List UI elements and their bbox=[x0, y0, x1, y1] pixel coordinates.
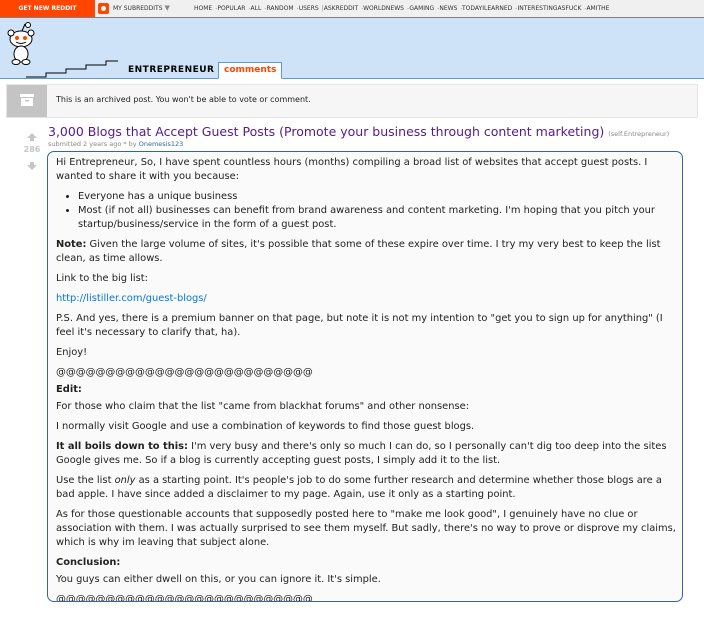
reddit-icon[interactable] bbox=[98, 3, 109, 14]
link-users[interactable]: USERS bbox=[299, 5, 319, 12]
list-item: Most (if not all) businesses can benefit… bbox=[78, 204, 676, 232]
use-pre: Use the list bbox=[56, 475, 115, 486]
body-link-paragraph: http://listiller.com/guest-blogs/ bbox=[56, 292, 676, 306]
body-intro: Hi Entrepreneur, So, I have spent countl… bbox=[56, 157, 648, 182]
upvote-arrow-icon[interactable] bbox=[27, 133, 37, 141]
post-domain[interactable]: (self.Entrepreneur) bbox=[608, 130, 669, 138]
header: ENTREPRENEUR comments bbox=[0, 18, 704, 79]
tagline-prefix: submitted 2 years ago * by bbox=[48, 140, 137, 148]
body-boils: It all boils down to this: I'm very busy… bbox=[56, 440, 676, 468]
my-subreddits-label: MY SUBREDDITS bbox=[113, 5, 163, 12]
link-interestingasfuck[interactable]: INTERESTINGASFUCK bbox=[517, 5, 581, 12]
subreddit-bar: GET NEW REDDIT MY SUBREDDITS ▼ HOME -POPUL… bbox=[0, 0, 704, 18]
guest-blogs-link[interactable]: http://listiller.com/guest-blogs/ bbox=[56, 293, 207, 304]
link-home[interactable]: HOME bbox=[194, 5, 212, 12]
subreddit-links: HOME -POPULAR -ALL -RANDOM -USERS |ASKREDDIT -… bbox=[194, 0, 609, 17]
link-worldnews[interactable]: WORLDNEWS bbox=[363, 5, 404, 12]
body-ps: P.S. And yes, there is a premium banner … bbox=[56, 313, 663, 338]
boils-label: It all boils down to this: bbox=[56, 441, 188, 452]
archive-icon-box bbox=[7, 85, 47, 117]
body-edit-2: I normally visit Google and use a combin… bbox=[56, 421, 475, 432]
body-bullet-list: Everyone has a unique business Most (if … bbox=[56, 190, 676, 232]
link-todayilearned[interactable]: TODAYILEARNED bbox=[462, 5, 512, 12]
link-news[interactable]: NEWS bbox=[439, 5, 457, 12]
link-amithe[interactable]: AMITHE bbox=[586, 5, 609, 12]
post-body: Hi Entrepreneur, So, I have spent countl… bbox=[47, 151, 683, 602]
note-label: Note: bbox=[56, 239, 87, 250]
body-use-list: Use the list only as a starting point. I… bbox=[56, 474, 676, 502]
body-conclusion-label: Conclusion: bbox=[56, 557, 121, 568]
chevron-down-icon: ▼ bbox=[164, 4, 170, 12]
body-questionable: As for those questionable accounts that … bbox=[56, 509, 676, 548]
subreddit-name[interactable]: ENTREPRENEUR bbox=[128, 65, 215, 75]
body-edit-1: For those who claim that the list "came … bbox=[56, 401, 470, 412]
staircase-logo-icon bbox=[26, 60, 118, 78]
body-edit-label: Edit: bbox=[56, 384, 82, 395]
link-gaming[interactable]: GAMING bbox=[409, 5, 434, 12]
link-popular[interactable]: POPULAR bbox=[217, 5, 245, 12]
tagline: submitted 2 years ago * by Onemesis123 bbox=[48, 140, 183, 148]
post-title-link[interactable]: 3,000 Blogs that Accept Guest Posts (Pro… bbox=[48, 124, 604, 139]
body-at-signs: @@@@@@@@@@@@@@@@@@@@@@@@@@ bbox=[56, 594, 313, 602]
body-note: Note: Given the large volume of sites, i… bbox=[56, 238, 676, 266]
archived-text: This is an archived post. You won't be a… bbox=[56, 95, 311, 104]
score: 286 bbox=[23, 145, 41, 154]
link-askreddit[interactable]: ASKREDDIT bbox=[324, 5, 358, 12]
downvote-arrow-icon[interactable] bbox=[27, 162, 37, 170]
vote-column: 286 bbox=[18, 126, 46, 174]
archived-notice: This is an archived post. You won't be a… bbox=[6, 84, 698, 118]
use-post: as a starting point. It's people's job t… bbox=[56, 475, 662, 500]
link-all[interactable]: ALL bbox=[251, 5, 262, 12]
body-conclusion-text: You guys can either dwell on this, or yo… bbox=[56, 574, 381, 585]
my-subreddits-dropdown[interactable]: MY SUBREDDITS ▼ bbox=[113, 0, 170, 17]
note-text: Given the large volume of sites, it's po… bbox=[56, 239, 661, 264]
tab-comments[interactable]: comments bbox=[218, 62, 283, 79]
list-item: Everyone has a unique business bbox=[78, 190, 676, 204]
body-link-label: Link to the big list: bbox=[56, 273, 149, 284]
body-enjoy: Enjoy! bbox=[56, 347, 88, 358]
link-random[interactable]: RANDOM bbox=[267, 5, 294, 12]
get-new-reddit-button[interactable]: GET NEW REDDIT bbox=[0, 0, 95, 17]
archive-icon bbox=[20, 94, 34, 106]
author-link[interactable]: Onemesis123 bbox=[139, 140, 184, 148]
post-title-line: 3,000 Blogs that Accept Guest Posts (Pro… bbox=[48, 124, 669, 139]
use-emphasis: only bbox=[114, 475, 136, 486]
body-at-signs: @@@@@@@@@@@@@@@@@@@@@@@@@@ bbox=[56, 367, 313, 378]
